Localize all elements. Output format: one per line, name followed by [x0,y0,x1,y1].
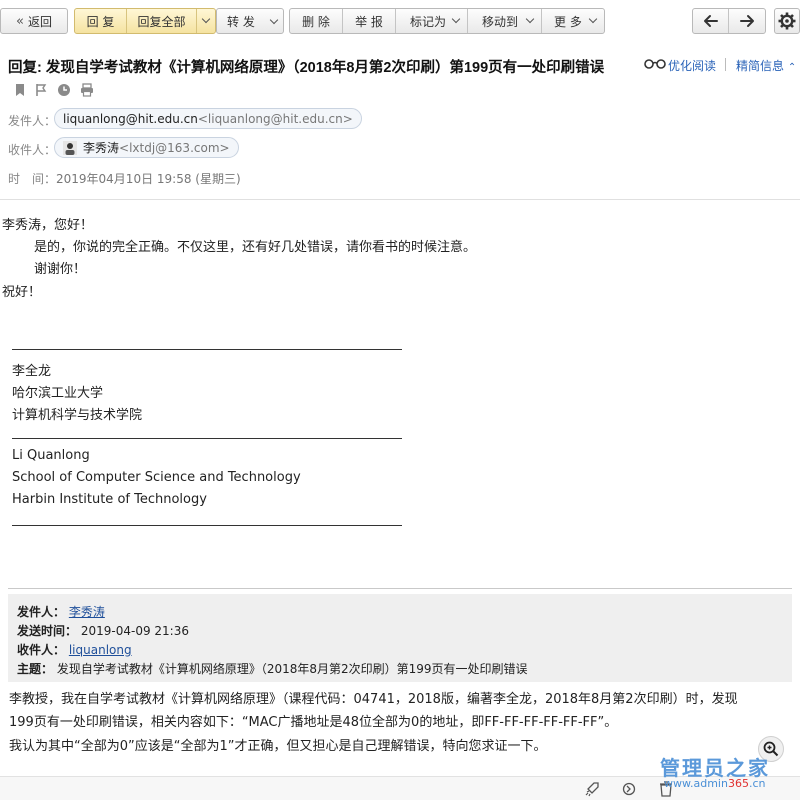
forward-label: 转 发 [227,14,255,29]
toolbar: « 返回 回 复 回复全部 转 发 删 除 举 报 标记为 移动到 更 多 [0,0,800,42]
quote-to-row: 收件人： liquanlong [17,641,132,658]
signature-cn-name: 李全龙 [12,364,52,379]
double-chevron-left-icon: « [16,13,24,29]
report-button[interactable]: 举 报 [343,9,396,33]
action-group: 删 除 举 报 标记为 移动到 更 多 [289,8,605,34]
divider [725,58,726,71]
chevron-down-icon [588,14,598,24]
body-greeting: 李秀涛，您好！ [2,218,94,233]
chevron-down-icon [525,14,535,24]
watermark-url: www.admin365.cn [664,777,765,790]
recipient-name: 李秀涛 [83,141,120,155]
quoted-header: 发件人： 李秀涛 发送时间： 2019-04-09 21:36 收件人： liq… [8,594,792,682]
bookmark-icon[interactable] [14,83,26,97]
brief-info-label: 精简信息 [736,59,785,73]
sender-chip[interactable]: liquanlong@hit.edu.cn <liquanlong@hit.ed… [54,108,362,129]
from-label: 发件人： [8,114,57,128]
flag-icon[interactable] [35,83,48,97]
quote-subject-label: 主题： [17,662,54,676]
settings-button[interactable] [774,8,800,34]
sender-address: <liquanlong@hit.edu.cn> [197,111,353,126]
quote-from-row: 发件人： 李秀涛 [17,603,105,620]
chevron-up-icon: ⌃ [787,62,797,73]
header-divider [0,199,800,200]
mark-as-label: 标记为 [410,14,447,29]
move-to-button[interactable]: 移动到 [468,9,542,33]
mail-action-icons [14,83,94,97]
quote-from-label: 发件人： [17,605,66,619]
reply-button[interactable]: 回 复 [75,9,127,33]
original-line-1: 李教授，我在自学考试教材《计算机网络原理》（课程代码：04741，2018版，编… [9,692,738,707]
quote-sent-row: 发送时间： 2019-04-09 21:36 [17,622,189,639]
reply-group: 回 复 回复全部 [74,8,216,34]
avatar-icon [63,140,77,155]
to-label: 收件人： [8,143,57,157]
arrow-left-icon [703,15,718,27]
more-label: 更 多 [554,14,582,29]
signature-cn-school: 计算机科学与技术学院 [12,408,143,423]
original-line-3: 我认为其中“全部为0”应该是“全部为1”才正确，但又担心是自己理解错误，特向您求… [9,739,547,754]
watermark-url-number: 365 [727,777,749,790]
more-button[interactable]: 更 多 [542,9,604,33]
back-button[interactable]: « 返回 [0,8,68,34]
print-icon[interactable] [80,83,94,97]
arrow-right-icon [740,15,754,27]
chevron-down-icon [451,14,461,24]
quote-from-link[interactable]: 李秀涛 [69,605,105,619]
prev-mail-button[interactable] [693,9,729,33]
chevron-down-icon [269,15,279,25]
next-mail-button[interactable] [729,9,765,33]
watermark-url-prefix: www.admin [664,777,728,790]
signature-en-university: Harbin Institute of Technology [12,492,207,507]
delete-button[interactable]: 删 除 [290,9,343,33]
mark-as-button[interactable]: 标记为 [396,9,468,33]
brief-info-link[interactable]: 精简信息 ⌃ [736,57,796,74]
quote-subject-row: 主题： 发现自学考试教材《计算机网络原理》（2018年8月第2次印刷）第199页… [17,660,528,677]
signature-cn-university: 哈尔滨工业大学 [12,386,104,401]
signature-rule [12,438,402,439]
sent-time: 2019年04月10日 19:58 (星期三) [56,172,241,186]
signature-en-name: Li Quanlong [12,448,90,463]
move-to-label: 移动到 [482,14,519,29]
original-line-2: 199页有一处印刷错误，相关内容如下：“MAC广播地址是48位全部为0的地址，即… [9,715,618,730]
body-line-2: 谢谢你！ [34,262,87,277]
gear-icon [778,12,796,30]
chevron-down-icon [201,14,211,24]
time-label: 时 间： [8,172,57,186]
forward-button[interactable]: 转 发 [216,8,284,34]
glasses-icon[interactable] [644,57,666,69]
body-line-1: 是的，你说的完全正确。不仅这里，还有好几处错误，请你看书的时候注意。 [34,240,477,255]
quote-to-label: 收件人： [17,643,66,657]
quote-sent-value: 2019-04-09 21:36 [80,624,189,638]
delete-label: 删 除 [302,14,330,29]
signature-rule [12,349,402,350]
optimize-reading-link[interactable]: 优化阅读 [668,57,716,74]
reply-all-label: 回复全部 [137,14,186,29]
quote-divider [8,588,792,589]
quote-sent-label: 发送时间： [17,624,78,638]
signature-en-school: School of Computer Science and Technolog… [12,470,301,485]
reply-all-button[interactable]: 回复全部 [127,9,197,33]
watermark-url-suffix: .cn [748,777,766,790]
recipient-chip[interactable]: 李秀涛 <lxtdj@163.com> [54,137,239,158]
report-label: 举 报 [355,14,383,29]
signature-rule [12,525,402,526]
back-label: 返回 [27,14,52,29]
rocket-icon[interactable] [584,781,600,797]
refresh-icon[interactable] [621,781,637,797]
sender-name: liquanlong@hit.edu.cn [63,111,198,126]
email-subject: 回复: 发现自学考试教材《计算机网络原理》（2018年8月第2次印刷）第199页… [8,60,605,76]
quote-to-link[interactable]: liquanlong [69,643,132,657]
reply-label: 回 复 [86,14,115,29]
prev-next-group [692,8,766,34]
recipient-address: <lxtdj@163.com> [119,140,230,155]
reply-dropdown-button[interactable] [197,9,214,33]
quote-subject-value: 发现自学考试教材《计算机网络原理》（2018年8月第2次印刷）第199页有一处印… [56,662,528,676]
body-closing: 祝好！ [2,285,42,300]
clock-icon[interactable] [57,83,71,97]
